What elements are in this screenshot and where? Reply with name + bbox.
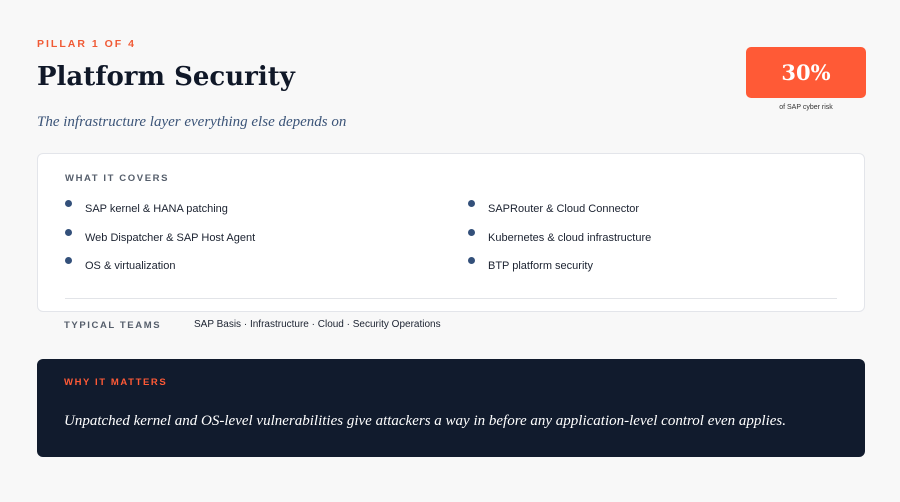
covers-list-left: SAP kernel & HANA patching Web Dispatche…	[65, 198, 255, 284]
list-item: BTP platform security	[468, 255, 651, 284]
list-item-text: BTP platform security	[488, 260, 593, 273]
risk-stat-value: 30%	[781, 60, 831, 85]
list-item-text: Kubernetes & cloud infrastructure	[488, 231, 652, 244]
pillar-eyebrow: PILLAR 1 OF 4	[37, 38, 136, 50]
covers-card: WHAT IT COVERS SAP kernel & HANA patchin…	[37, 153, 865, 312]
teams-label: TYPICAL TEAMS	[64, 320, 162, 331]
covers-label: WHAT IT COVERS	[65, 173, 170, 184]
list-item-text: Web Dispatcher & SAP Host Agent	[85, 231, 256, 244]
bullet-icon	[468, 228, 475, 236]
risk-stat-caption: of SAP cyber risk	[779, 104, 833, 111]
bullet-icon	[65, 200, 72, 207]
risk-stat-badge: 30%	[746, 47, 866, 98]
teams-value: SAP Basis · Infrastructure · Cloud · Sec…	[194, 319, 441, 330]
why-label: WHY IT MATTERS	[64, 377, 168, 388]
page-subtitle: The infrastructure layer everything else…	[37, 114, 347, 130]
list-item: SAP kernel & HANA patching	[65, 198, 255, 227]
list-item-text: SAP kernel & HANA patching	[85, 203, 228, 215]
list-item-text: OS & virtualization	[85, 260, 176, 273]
bullet-icon	[65, 257, 72, 265]
list-item: SAPRouter & Cloud Connector	[468, 198, 651, 227]
why-text: Unpatched kernel and OS-level vulnerabil…	[64, 413, 787, 429]
bullet-icon	[468, 200, 475, 207]
list-item: Kubernetes & cloud infrastructure	[468, 227, 651, 256]
why-it-matters-card: WHY IT MATTERS Unpatched kernel and OS-l…	[37, 359, 865, 457]
list-item: OS & virtualization	[65, 255, 255, 284]
list-item-text: SAPRouter & Cloud Connector	[488, 203, 640, 215]
bullet-icon	[65, 228, 72, 236]
page-title: Platform Security	[37, 62, 295, 92]
covers-divider	[65, 298, 837, 299]
list-item: Web Dispatcher & SAP Host Agent	[65, 227, 255, 256]
covers-list-right: SAPRouter & Cloud Connector Kubernetes &…	[468, 198, 651, 284]
bullet-icon	[468, 257, 475, 265]
